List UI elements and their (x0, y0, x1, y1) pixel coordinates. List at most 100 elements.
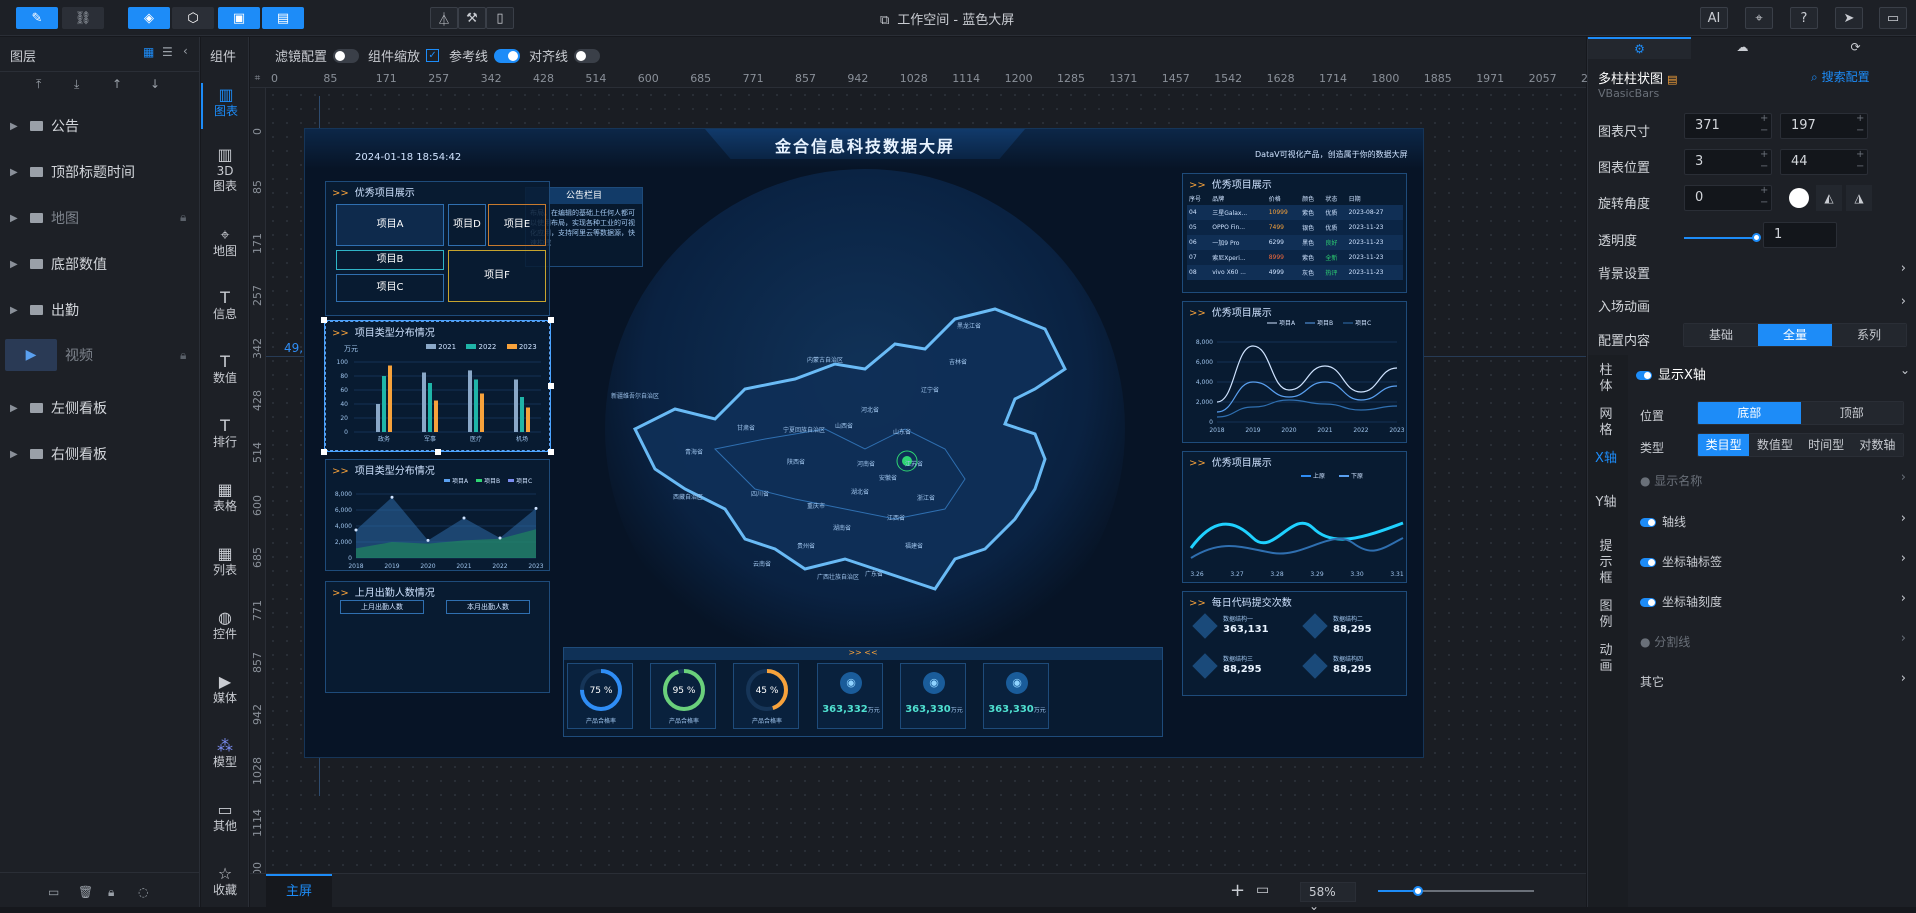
resize-handle[interactable] (321, 449, 327, 455)
expand-icon[interactable]: ▶ (10, 449, 30, 460)
comp-control[interactable]: ◍ 控件 (201, 610, 249, 642)
interact-icon[interactable]: ⟳ (1794, 37, 1916, 59)
toggle-switch[interactable] (1640, 518, 1656, 527)
layer-item[interactable]: ▶ 公告 (10, 115, 79, 137)
opacity-input[interactable]: 1 (1763, 222, 1837, 248)
expand-icon[interactable]: ▶ (10, 259, 30, 270)
toggle-switch[interactable] (494, 48, 521, 63)
layer-item[interactable]: ▶ 左侧看板 (10, 397, 107, 419)
vtab-grid[interactable]: 网格 (1594, 407, 1618, 439)
stepper-icon[interactable]: + − (1856, 149, 1864, 173)
toggle-switch[interactable] (1640, 598, 1656, 607)
comp-favorite[interactable]: ☆ 收藏 (201, 866, 249, 898)
axis-label-row[interactable]: 坐标轴标签 (1640, 553, 1722, 570)
settings-icon[interactable]: ⚙ (1588, 37, 1691, 59)
move-top-icon[interactable]: ⤒ (36, 77, 41, 92)
comp-media[interactable]: ▶ 媒体 (201, 674, 249, 706)
checkbox-icon[interactable]: ✓ (426, 49, 440, 62)
zoom-slider-handle[interactable] (1413, 886, 1423, 896)
comp-other[interactable]: ▭ 其他 (201, 802, 249, 834)
flip-vertical-icon[interactable]: ◮ (1846, 185, 1872, 211)
china-map[interactable] (565, 249, 1185, 649)
filter-icon[interactable]: ⏃ (430, 7, 458, 29)
edit-icon[interactable]: ✎ (16, 7, 58, 29)
axis-position-seg[interactable]: 底部 顶部 (1697, 401, 1904, 425)
last-month-button[interactable]: 上月出勤人数 (340, 600, 424, 614)
type-value[interactable]: 数值型 (1749, 434, 1801, 456)
vtab-bar[interactable]: 柱体 (1594, 363, 1618, 395)
cloud-icon[interactable]: ☁ (1691, 37, 1794, 59)
align-toggle[interactable]: 对齐线 (529, 46, 601, 65)
folder-icon[interactable]: ▭ (48, 885, 59, 899)
expand-icon[interactable]: ▶ (10, 121, 30, 132)
cube-icon[interactable]: ⬡ (172, 7, 214, 29)
help-icon[interactable]: ? (1790, 7, 1818, 29)
stepper-icon[interactable]: + − (1760, 185, 1768, 209)
stepper-icon[interactable]: + − (1760, 113, 1768, 137)
chevron-down-icon[interactable]: ⌄ (1900, 363, 1910, 377)
axis-tick-row[interactable]: 坐标轴刻度 (1640, 593, 1722, 610)
expand-icon[interactable]: ▶ (10, 305, 30, 316)
position-bottom[interactable]: 底部 (1698, 402, 1801, 424)
send-icon[interactable]: ➤ (1835, 7, 1863, 29)
layer-item[interactable]: ▶ 地图 (10, 207, 79, 229)
project-box[interactable]: 项目C (336, 274, 444, 302)
layer-item[interactable]: ▶ 右侧看板 (10, 443, 107, 465)
add-icon[interactable]: + (1230, 880, 1245, 901)
rotate-input[interactable]: 0 (1684, 185, 1772, 211)
tab-main-screen[interactable]: 主屏 (266, 874, 332, 908)
table-row[interactable]: 04 三星Galax... 10999 紫色 优质 2023-08-27 (1187, 205, 1403, 220)
config-tab-basic[interactable]: 基础 (1684, 324, 1758, 346)
comp-list[interactable]: ▦ 列表 (201, 546, 249, 578)
config-tabs[interactable]: 基础 全量 系列 (1683, 323, 1907, 347)
comp-info[interactable]: T 信息 (201, 290, 249, 322)
comp-rank[interactable]: T 排行 (201, 418, 249, 450)
position-top[interactable]: 顶部 (1800, 402, 1903, 424)
this-month-button[interactable]: 本月出勤人数 (446, 600, 530, 614)
comp-table[interactable]: ▦ 表格 (201, 482, 249, 514)
type-log[interactable]: 对数轴 (1851, 434, 1903, 456)
chevron-right-icon[interactable]: › (1901, 470, 1906, 485)
layers-icon[interactable]: ◈ (128, 7, 170, 29)
resize-handle[interactable] (548, 449, 554, 455)
toggle-switch[interactable] (333, 48, 360, 63)
split-line-row[interactable]: ● 分割线 (1640, 633, 1690, 650)
dashboard-preview[interactable]: 金合信息科技数据大屏 2024-01-18 18:54:42 DataV可视化产… (304, 128, 1424, 758)
expand-icon[interactable]: ▶ (10, 213, 30, 224)
chevron-right-icon[interactable]: › (1901, 261, 1906, 276)
resize-handle[interactable] (548, 383, 554, 389)
animation-row[interactable]: 入场动画 (1598, 296, 1650, 315)
link-icon[interactable]: ⛓ (62, 7, 104, 29)
rotate-dial[interactable] (1789, 188, 1809, 208)
scale-toggle[interactable]: 组件缩放 ✓ (368, 46, 440, 65)
lock-icon[interactable]: 🔒︎ (180, 210, 186, 225)
guide-toggle[interactable]: 参考线 (449, 46, 521, 65)
type-category[interactable]: 类目型 (1698, 434, 1750, 456)
grid-view-icon[interactable]: ▦ (143, 45, 154, 59)
mobile-icon[interactable]: ▯ (486, 7, 514, 29)
lock-icon[interactable]: 🔒︎ (108, 885, 114, 900)
chevron-right-icon[interactable]: › (1901, 631, 1906, 646)
table-row[interactable]: 08 vivo X60 ... 4999 灰色 热评 2023-11-23 (1187, 265, 1403, 280)
other-row[interactable]: 其它 (1640, 673, 1664, 690)
preview-icon[interactable]: ▭ (1879, 7, 1907, 29)
config-tab-series[interactable]: 系列 (1832, 324, 1906, 346)
project-box[interactable]: 项目B (336, 250, 444, 270)
layer-item[interactable]: ▶ 视频 (5, 339, 93, 371)
width-input[interactable]: 371 (1684, 113, 1772, 139)
opacity-slider-handle[interactable] (1752, 233, 1761, 242)
project-box[interactable]: 项目A (336, 204, 444, 246)
comp-number[interactable]: T 数值 (201, 354, 249, 386)
filter-toggle[interactable]: 滤镜配置 (275, 46, 360, 65)
ai-icon[interactable]: AI (1700, 7, 1728, 29)
tools-icon[interactable]: ⚒ (458, 7, 486, 29)
config-tab-full[interactable]: 全量 (1758, 324, 1832, 346)
collapse-icon[interactable]: ‹ (183, 44, 188, 58)
show-x-axis-toggle[interactable]: 显示X轴 (1636, 364, 1706, 383)
ruler-corner-icon[interactable]: ⌗ (250, 70, 266, 88)
show-name-row[interactable]: ● 显示名称 (1640, 472, 1702, 489)
resize-handle[interactable] (435, 449, 441, 455)
comp-chart[interactable]: ▥ 图表 (201, 83, 249, 129)
vtab-tooltip[interactable]: 提示框 (1594, 539, 1618, 587)
zoom-select[interactable]: 58% ⌄ (1300, 882, 1356, 913)
